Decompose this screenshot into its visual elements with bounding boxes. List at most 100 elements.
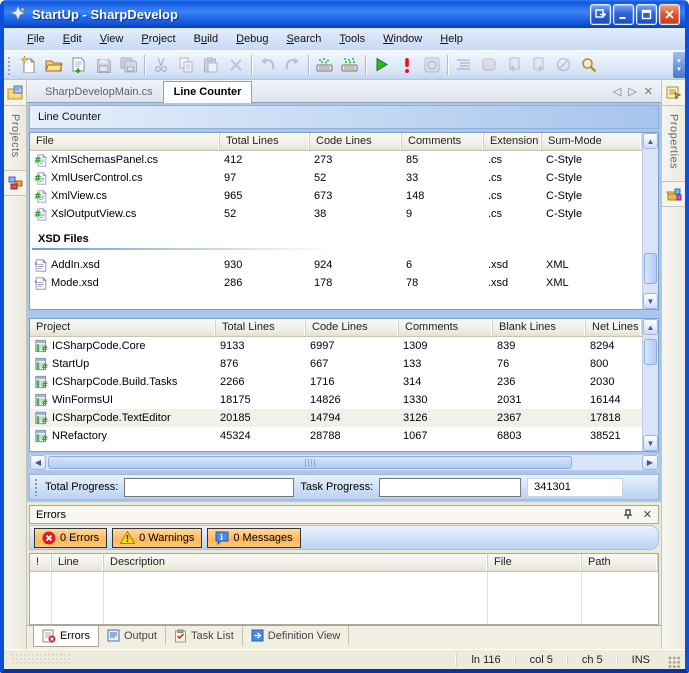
menu-item[interactable]: Search — [278, 30, 331, 48]
new-file-button[interactable] — [16, 53, 41, 77]
delete-button[interactable] — [223, 53, 248, 77]
save-all-button[interactable] — [116, 53, 141, 77]
projects-pad-icon[interactable] — [4, 80, 26, 106]
column-header[interactable]: Sum-Mode — [542, 133, 642, 150]
clear-bookmarks-button[interactable] — [551, 53, 576, 77]
scroll-left-icon[interactable]: ◀ — [30, 455, 46, 470]
table-row[interactable]: #StartUp87666713376800 — [30, 355, 642, 373]
0-warnings-button[interactable]: 0 Warnings — [112, 528, 202, 548]
table-row[interactable]: #WinFormsUI18175148261330203116144 — [30, 391, 642, 409]
scroll-down-icon[interactable]: ▼ — [643, 435, 658, 451]
scroll-thumb[interactable] — [644, 339, 657, 365]
table-row[interactable]: #NRefactory45324287881067680338521 — [30, 427, 642, 445]
horizontal-scrollbar[interactable]: ◀ ▶ — [29, 454, 659, 471]
column-header[interactable]: Total Lines — [216, 319, 306, 336]
copy-button[interactable] — [173, 53, 198, 77]
pin-icon[interactable] — [623, 509, 633, 520]
tab-close-icon[interactable]: ✕ — [644, 85, 653, 98]
close-button[interactable] — [659, 4, 680, 25]
toolbar-grip[interactable] — [6, 55, 13, 75]
0-messages-button[interactable]: i0 Messages — [207, 528, 300, 548]
save-as-button[interactable] — [66, 53, 91, 77]
column-header[interactable]: Code Lines — [310, 133, 402, 150]
menu-item[interactable]: View — [91, 30, 133, 48]
column-header[interactable]: Line — [52, 554, 104, 571]
save-button[interactable] — [91, 53, 116, 77]
prev-bookmark-button[interactable] — [501, 53, 526, 77]
scroll-up-icon[interactable]: ▲ — [643, 319, 658, 335]
undo-button[interactable] — [255, 53, 280, 77]
cut-button[interactable] — [148, 53, 173, 77]
column-header[interactable]: Project — [30, 319, 216, 336]
tab-sharpdevelopmain[interactable]: SharpDevelopMain.cs — [35, 82, 163, 102]
column-header[interactable]: ! — [30, 554, 52, 571]
bottom-tab-definition-view[interactable]: Definition View — [243, 626, 350, 645]
scroll-right-icon[interactable]: ▶ — [642, 455, 658, 470]
column-header[interactable]: File — [488, 554, 582, 571]
properties-pad-icon[interactable] — [662, 80, 685, 106]
scroll-up-icon[interactable]: ▲ — [643, 133, 658, 149]
column-header[interactable]: Description — [104, 554, 488, 571]
menu-item[interactable]: Build — [185, 30, 227, 48]
menu-item[interactable]: File — [18, 30, 54, 48]
scroll-thumb[interactable] — [48, 456, 572, 469]
column-header[interactable]: Code Lines — [306, 319, 399, 336]
abort-button[interactable] — [394, 53, 419, 77]
paste-button[interactable] — [198, 53, 223, 77]
menu-item[interactable]: Tools — [330, 30, 374, 48]
titlebar[interactable]: StartUp - SharpDevelop — [4, 0, 685, 28]
toggle-bookmark-button[interactable] — [476, 53, 501, 77]
redo-button[interactable] — [280, 53, 305, 77]
errors-panel-titlebar[interactable]: Errors ✕ — [29, 505, 659, 524]
table-row[interactable]: AddIn.xsd9309246.xsdXML — [30, 256, 642, 274]
table-row[interactable]: #XmlUserControl.cs975233.csC-Style — [30, 169, 642, 187]
maximize-button[interactable] — [636, 4, 657, 25]
scroll-down-icon[interactable]: ▼ — [643, 293, 658, 309]
table-row[interactable]: #ICSharpCode.TextEditor20185147943126236… — [30, 409, 642, 427]
toolbox-pad-icon[interactable] — [662, 181, 685, 207]
sidebar-item-properties[interactable]: Properties — [668, 106, 680, 171]
run-button[interactable] — [369, 53, 394, 77]
column-header[interactable]: Net Lines — [586, 319, 642, 336]
statusbar-grip[interactable] — [34, 478, 39, 496]
comment-region-button[interactable] — [451, 53, 476, 77]
menu-item[interactable]: Edit — [54, 30, 91, 48]
column-header[interactable]: Path — [582, 554, 658, 571]
menu-item[interactable]: Project — [132, 30, 184, 48]
bottom-tab-errors[interactable]: Errors — [33, 626, 99, 647]
table-row[interactable]: Mode.xsd28617878.xsdXML — [30, 274, 642, 292]
menu-item[interactable]: Window — [374, 30, 431, 48]
table-row[interactable]: #ICSharpCode.Core9133699713098398294 — [30, 337, 642, 355]
menu-item[interactable]: Debug — [227, 30, 277, 48]
bottom-tab-output[interactable]: Output — [99, 626, 166, 645]
search-button[interactable] — [576, 53, 601, 77]
table-row[interactable]: #XmlSchemasPanel.cs41227385.csC-Style — [30, 151, 642, 169]
column-header[interactable]: File — [30, 133, 220, 150]
column-header[interactable]: Comments — [402, 133, 484, 150]
table-row[interactable]: #XmlView.cs965673148.csC-Style — [30, 187, 642, 205]
table-row[interactable]: #ICSharpCode.Build.Tasks2266171631423620… — [30, 373, 642, 391]
scroll-thumb[interactable] — [644, 253, 657, 285]
classes-pad-icon[interactable] — [4, 170, 26, 196]
profiler-button[interactable] — [419, 53, 444, 77]
rebuild-button[interactable] — [337, 53, 362, 77]
sidebar-item-projects[interactable]: Projects — [9, 106, 21, 160]
tab-scroll-right-icon[interactable]: ▷ — [628, 85, 636, 98]
tab-line-counter[interactable]: Line Counter — [163, 81, 253, 103]
next-bookmark-button[interactable] — [526, 53, 551, 77]
column-header[interactable]: Extension — [484, 133, 542, 150]
toolbar-overflow-button[interactable]: ▾▾ — [673, 52, 685, 78]
column-header[interactable]: Blank Lines — [493, 319, 586, 336]
table-row[interactable]: #XslOutputView.cs52389.csC-Style — [30, 205, 642, 223]
minimize-button[interactable] — [613, 4, 634, 25]
undock-button[interactable] — [590, 4, 611, 25]
column-header[interactable]: Total Lines — [220, 133, 310, 150]
projects-table-vscrollbar[interactable]: ▲ ▼ — [642, 319, 658, 451]
build-button[interactable] — [312, 53, 337, 77]
bottom-tab-task-list[interactable]: Task List — [166, 626, 243, 646]
tab-scroll-left-icon[interactable]: ◁ — [613, 85, 621, 98]
open-file-button[interactable] — [41, 53, 66, 77]
files-table-vscrollbar[interactable]: ▲ ▼ — [642, 133, 658, 309]
column-header[interactable]: Comments — [399, 319, 493, 336]
0-errors-button[interactable]: 0 Errors — [34, 528, 107, 548]
